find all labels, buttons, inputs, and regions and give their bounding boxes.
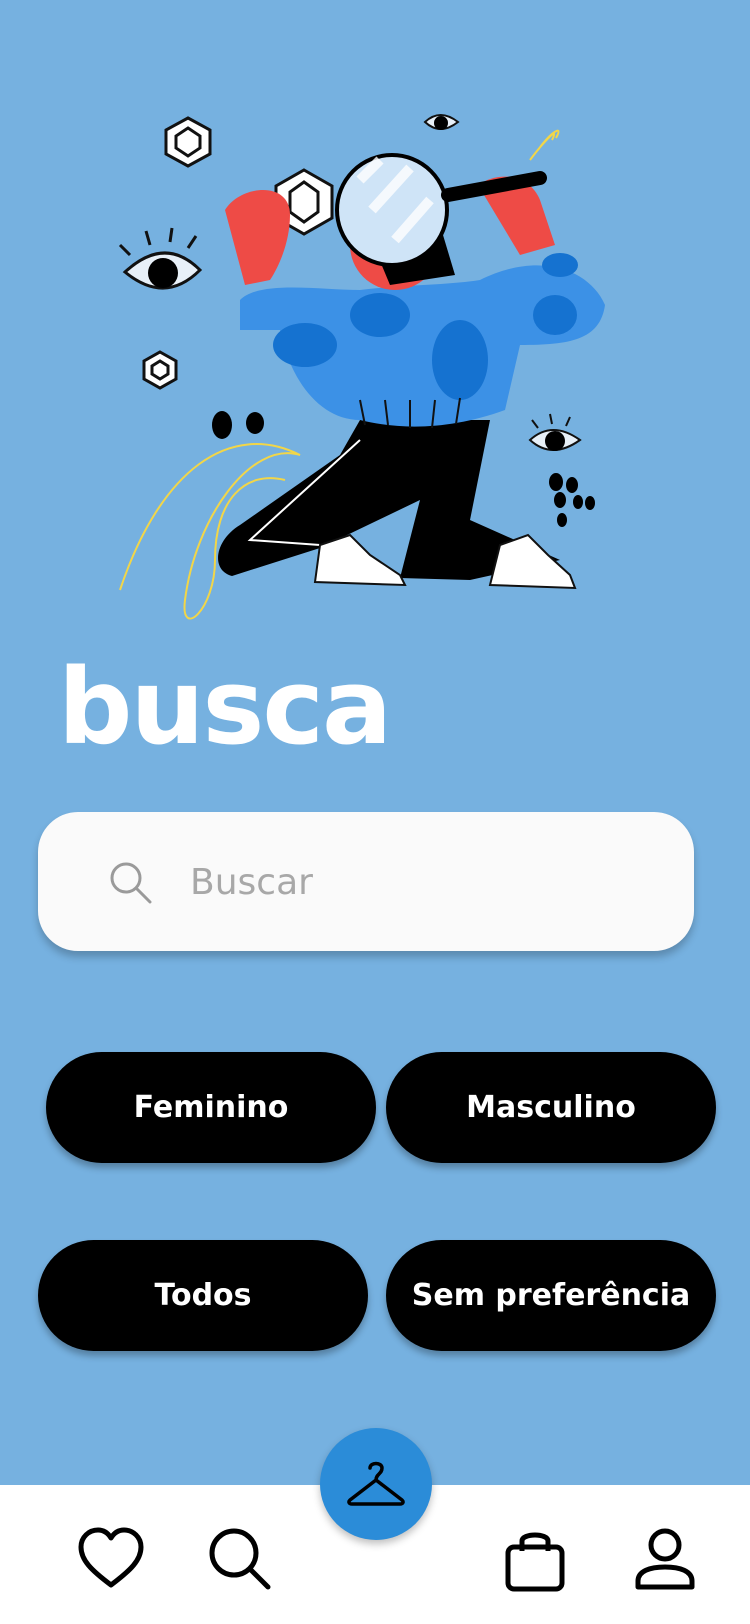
filter-masculino-button[interactable]: Masculino [386, 1052, 716, 1163]
shopping-bag-icon[interactable] [500, 1525, 570, 1595]
heart-icon[interactable] [76, 1525, 146, 1595]
filter-feminino-button[interactable]: Feminino [46, 1052, 376, 1163]
user-icon[interactable] [630, 1525, 700, 1595]
hanger-button[interactable] [320, 1428, 432, 1540]
search-icon [110, 862, 152, 904]
search-icon[interactable] [206, 1525, 276, 1595]
search-bar[interactable] [38, 812, 694, 951]
search-input[interactable] [190, 852, 650, 912]
hero-illustration [118, 114, 605, 620]
page-title: busca [58, 646, 392, 768]
hanger-icon [347, 1461, 405, 1506]
filter-sem-preferencia-button[interactable]: Sem preferência [386, 1240, 716, 1351]
filter-todos-button[interactable]: Todos [38, 1240, 368, 1351]
